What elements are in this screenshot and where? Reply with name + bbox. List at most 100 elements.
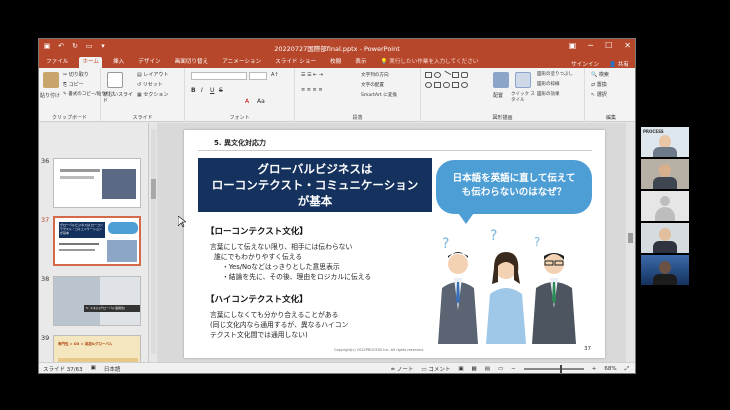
video-tile-3[interactable] xyxy=(641,191,689,221)
new-slide-icon[interactable] xyxy=(107,72,123,88)
convert-smartart-button[interactable]: SmartArt に変換 xyxy=(361,92,397,98)
notes-button[interactable]: ≐ ノート xyxy=(390,365,413,373)
thumbnail-scrollbar[interactable] xyxy=(151,129,156,354)
current-slide[interactable]: 5. 異文化対応力 グローバルビジネスは ローコンテクスト・コミュニケーション … xyxy=(184,130,605,358)
bold-button[interactable]: B xyxy=(191,87,196,94)
tab-review[interactable]: 校閲 xyxy=(327,57,344,68)
group-drawing: 配置 クイック スタイル 図形の塗りつぶし 図形の枠線 図形の効果 図形描画 xyxy=(421,68,585,122)
shape-fill-button[interactable]: 図形の塗りつぶし xyxy=(537,71,573,77)
change-case-button[interactable]: Aa xyxy=(257,98,265,105)
section-button[interactable]: ▦ セクション xyxy=(137,91,168,98)
tab-animations[interactable]: アニメーション xyxy=(219,57,264,68)
tab-view[interactable]: 表示 xyxy=(352,57,369,68)
normal-view-icon[interactable]: ▣ xyxy=(458,366,463,372)
shape-box-icon[interactable] xyxy=(434,82,441,88)
section-title: 5. 異文化対応力 xyxy=(214,139,266,147)
shape-effects-button[interactable]: 図形の効果 xyxy=(537,91,560,97)
select-button[interactable]: ↖ 選択 xyxy=(591,91,607,98)
quick-styles-icon[interactable] xyxy=(515,72,531,88)
video-tile-5[interactable] xyxy=(641,255,689,285)
tab-design[interactable]: デザイン xyxy=(135,57,163,68)
high-context-heading[interactable]: 【ハイコンテクスト文化】 xyxy=(206,293,308,305)
bullets-button[interactable]: ☰ ☰ ⇤ ⇥ xyxy=(301,72,323,78)
shape-rect-icon[interactable] xyxy=(425,72,432,78)
cut-button[interactable]: ✂ 切り取り xyxy=(63,71,89,78)
comments-button[interactable]: ▭ コメント xyxy=(421,365,450,373)
slideshow-view-icon[interactable]: ▭ xyxy=(498,366,503,372)
align-buttons[interactable]: ≡ ≡ ≡ ≡ xyxy=(301,87,323,93)
shape-square-icon[interactable] xyxy=(452,72,459,78)
tab-insert[interactable]: 挿入 xyxy=(110,57,127,68)
thumbnail-slide-37[interactable]: グローバルビジネスは ローコンテクスト・コミュニケーションが基本 xyxy=(53,216,141,266)
share-button[interactable]: 👤 共有 xyxy=(609,60,629,68)
find-button[interactable]: 🔍 検索 xyxy=(591,71,609,78)
copy-button[interactable]: ⎘ コピー xyxy=(63,81,84,88)
headline-box[interactable]: グローバルビジネスは ローコンテクスト・コミュニケーション が基本 xyxy=(198,158,432,212)
thumbnail-slide-36[interactable] xyxy=(53,158,141,208)
maximize-icon[interactable]: ☐ xyxy=(605,41,612,50)
italic-button[interactable]: I xyxy=(201,87,203,94)
tab-home[interactable]: ホーム xyxy=(79,57,103,68)
paste-icon[interactable] xyxy=(43,72,59,88)
replace-label: 置換 xyxy=(596,82,607,88)
font-name-select[interactable] xyxy=(191,72,247,80)
layout-button[interactable]: ▤ レイアウト xyxy=(137,71,168,78)
paste-button[interactable]: 貼り付け xyxy=(40,92,60,99)
arrange-button[interactable]: 配置 xyxy=(493,92,503,99)
zoom-out-icon[interactable]: − xyxy=(511,366,516,372)
copy-label: コピー xyxy=(68,82,84,88)
tab-transitions[interactable]: 画面切り替え xyxy=(172,57,212,68)
low-context-heading[interactable]: 【ローコンテクスト文化】 xyxy=(206,225,308,237)
quick-styles-button[interactable]: クイック スタイル xyxy=(511,92,537,104)
tab-file[interactable]: ファイル xyxy=(43,57,71,68)
shape-outline-button[interactable]: 図形の枠線 xyxy=(537,81,560,87)
spellcheck-icon[interactable]: ▣ xyxy=(91,365,96,373)
zoom-slider[interactable] xyxy=(523,365,584,373)
tab-slideshow[interactable]: スライド ショー xyxy=(272,57,319,68)
shape-line-icon[interactable] xyxy=(441,70,452,80)
strikethrough-button[interactable]: S xyxy=(219,87,223,94)
minimize-icon[interactable]: ─ xyxy=(588,41,593,50)
align-text-button[interactable]: 文字の配置 xyxy=(361,82,384,88)
shape-arc-icon[interactable] xyxy=(461,82,468,88)
reading-view-icon[interactable]: ▤ xyxy=(485,366,490,372)
underline-button[interactable]: U xyxy=(210,87,214,94)
editor-vertical-scrollbar[interactable] xyxy=(626,123,635,364)
font-color-button[interactable]: A xyxy=(245,98,249,105)
zoom-slider-thumb[interactable] xyxy=(559,365,562,373)
video-tile-2[interactable] xyxy=(641,159,689,189)
shapes-gallery[interactable] xyxy=(425,70,489,102)
shape-callout-icon[interactable] xyxy=(443,82,450,88)
bubble-line-1: 日本語を英語に直して伝えて xyxy=(452,173,576,184)
language-indicator[interactable]: 日本語 xyxy=(104,365,121,373)
text-direction-button[interactable]: 文字列の方向 xyxy=(361,72,389,78)
thumbnail-scroll-knob[interactable] xyxy=(151,179,156,199)
shape-oval-icon[interactable] xyxy=(434,72,441,78)
group-editing: 🔍 検索 ⇄ 置換 ↖ 選択 編集 xyxy=(585,68,635,122)
editor-scroll-knob[interactable] xyxy=(628,233,633,243)
signin-link[interactable]: サインイン xyxy=(571,60,599,68)
thumbnail-slide-39[interactable]: 専門性 × DX × 英語&グローバル xyxy=(53,335,141,364)
slide-sorter-icon[interactable]: ▦ xyxy=(472,366,477,372)
replace-button[interactable]: ⇄ 置換 xyxy=(591,81,607,88)
arrange-icon[interactable] xyxy=(493,72,509,88)
new-slide-button[interactable]: 新しいスライド xyxy=(103,92,133,104)
question-bubble[interactable]: 日本語を英語に直して伝えて も伝わらないのはなぜ？ xyxy=(436,160,592,214)
zoom-in-icon[interactable]: + xyxy=(592,366,597,372)
shape-triangle-icon[interactable] xyxy=(452,82,459,88)
tell-me-box[interactable]: 💡 実行したい作業を入力してください xyxy=(377,57,481,68)
ribbon-display-options-icon[interactable]: ▣ xyxy=(569,41,577,50)
shape-circle-icon[interactable] xyxy=(425,82,432,88)
shape-rounded-icon[interactable] xyxy=(461,72,468,78)
grow-font-icon[interactable]: A↑ xyxy=(271,72,279,78)
zoom-level[interactable]: 68% xyxy=(604,366,616,372)
low-context-line-4: ・結論を先に、その後、理由をロジカルに伝える xyxy=(222,273,372,281)
video-tile-4[interactable] xyxy=(641,223,689,253)
font-size-select[interactable] xyxy=(249,72,267,80)
fit-to-window-icon[interactable]: ⤢ xyxy=(625,366,629,373)
close-icon[interactable]: ✕ xyxy=(624,41,631,50)
section-divider xyxy=(198,150,592,151)
thumbnail-slide-38[interactable]: 5. スキル(グローバル適用性) xyxy=(53,276,141,326)
video-tile-1[interactable]: PROCESS xyxy=(641,127,689,157)
reset-button[interactable]: ↺ リセット xyxy=(137,81,163,88)
